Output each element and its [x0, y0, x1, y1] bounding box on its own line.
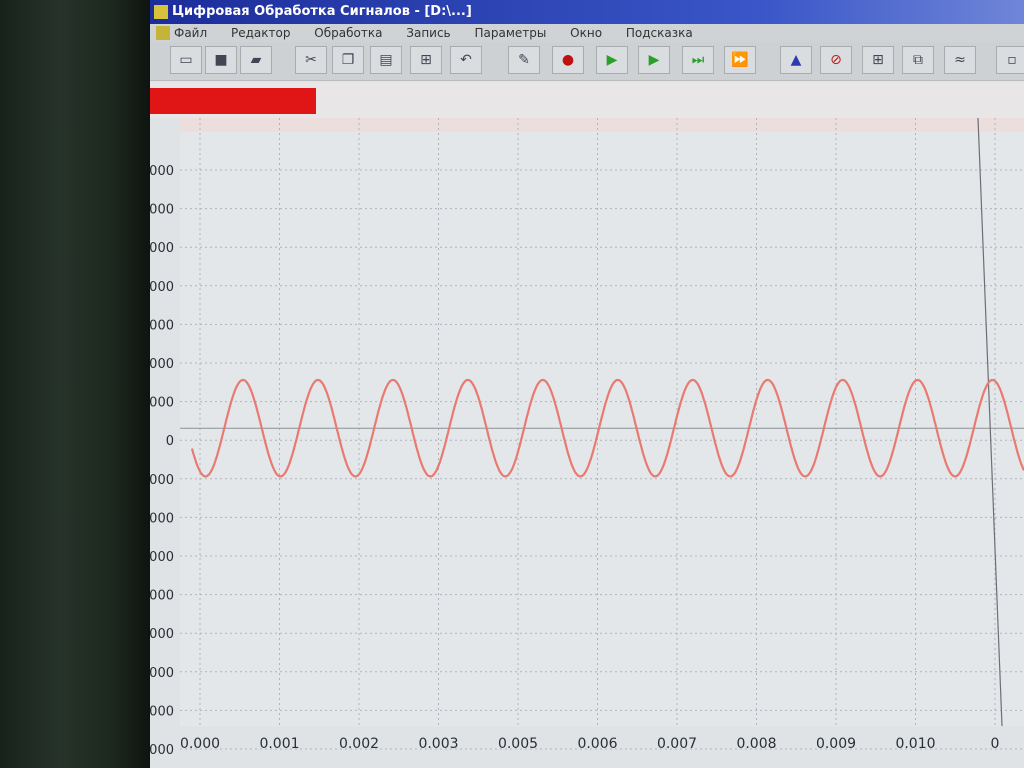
menu-processing[interactable]: Обработка — [314, 26, 382, 40]
menu-window[interactable]: Окно — [570, 26, 602, 40]
menu-bar: Файл Редактор Обработка Запись Параметры… — [150, 24, 1024, 42]
open-file-button[interactable]: ▰ — [240, 46, 272, 74]
plot-background — [180, 118, 1024, 726]
menu-editor[interactable]: Редактор — [231, 26, 290, 40]
record-icon: ● — [561, 52, 575, 68]
play-record-button[interactable]: ▶ — [638, 46, 670, 74]
save-button[interactable]: ■ — [205, 46, 237, 74]
y-tick-label: 0 — [166, 434, 174, 449]
filter-icon: ⊘ — [830, 52, 842, 68]
y-tick-label: -60000 — [150, 666, 174, 681]
x-tick-label: 0 — [991, 736, 1000, 752]
y-tick-label: 50000 — [150, 241, 174, 256]
menu-help[interactable]: Подсказка — [626, 26, 693, 40]
cut-icon: ✂ — [305, 52, 317, 68]
open-folder-icon: ▭ — [179, 52, 193, 68]
play-icon: ▶ — [606, 52, 618, 68]
x-tick-label: 0.009 — [816, 736, 856, 752]
zoom-fit-icon: ⊞ — [420, 52, 432, 68]
y-tick-label: -70000 — [150, 704, 174, 719]
loop-play-icon: ⏩ — [731, 52, 749, 68]
extra-icon: ▫ — [1007, 52, 1017, 68]
x-tick-label: 0.003 — [418, 736, 458, 752]
window-cascade-button[interactable]: ⧉ — [902, 46, 934, 74]
paste-icon: ▤ — [379, 52, 393, 68]
menu-file[interactable]: Файл — [174, 26, 207, 40]
y-tick-label: 30000 — [150, 318, 174, 333]
extra-button[interactable]: ▫ — [996, 46, 1024, 74]
level-indicator — [150, 82, 1024, 118]
copy-button[interactable]: ❐ — [332, 46, 364, 74]
y-tick-label: -10000 — [150, 473, 174, 488]
app-window: Цифровая Обработка Сигналов - [D:\...] Ф… — [150, 0, 1024, 768]
y-tick-label: -40000 — [150, 589, 174, 604]
waveform-icon: ≈ — [954, 52, 966, 68]
y-tick-label: -50000 — [150, 627, 174, 642]
zoom-fit-button[interactable]: ⊞ — [410, 46, 442, 74]
y-tick-label: 20000 — [150, 357, 174, 372]
signal-chart[interactable]: 70000 60000 50000 40000 30000 20000 10000 0 -100… — [150, 117, 1024, 768]
x-tick-label: 0.001 — [259, 736, 299, 752]
y-tick-label: -80000 — [150, 743, 174, 758]
x-tick-label: 0.007 — [657, 736, 697, 752]
y-tick-label: 40000 — [150, 280, 174, 295]
app-icon[interactable] — [154, 5, 168, 19]
probe-icon: ✎ — [518, 52, 530, 68]
spectrum-icon: ▲ — [790, 52, 802, 68]
signal-plot[interactable]: 70000 60000 50000 40000 30000 20000 10000 0 -100… — [150, 117, 1024, 768]
x-tick-label: 0.005 — [498, 736, 538, 752]
play-record-icon: ▶ — [648, 52, 660, 68]
spectrum-button[interactable]: ▲ — [780, 46, 812, 74]
x-tick-label: 0.006 — [577, 736, 617, 752]
undo-icon: ↶ — [460, 52, 472, 68]
x-tick-label: 0.000 — [180, 736, 220, 752]
open-file-icon: ▰ — [250, 52, 262, 68]
y-tick-label: 10000 — [150, 396, 174, 411]
cut-button[interactable]: ✂ — [295, 46, 327, 74]
paste-button[interactable]: ▤ — [370, 46, 402, 74]
menu-record[interactable]: Запись — [406, 26, 450, 40]
y-tick-label: -30000 — [150, 550, 174, 565]
toolbar: ▭ ■ ▰ ✂ ❐ ▤ ⊞ ↶ ✎ ● ▶ ▶ ⏭ ⏩ ▲ ⊘ ⊞ ⧉ ≈ ▫ — [150, 42, 1024, 81]
title-bar[interactable]: Цифровая Обработка Сигналов - [D:\...] — [150, 0, 1024, 24]
y-tick-label: 60000 — [150, 203, 174, 218]
x-tick-label: 0.010 — [895, 736, 935, 752]
plot-top-band — [180, 118, 1024, 132]
record-button[interactable]: ● — [552, 46, 584, 74]
menu-parameters[interactable]: Параметры — [474, 26, 546, 40]
step-play-icon: ⏭ — [691, 52, 705, 68]
filter-button[interactable]: ⊘ — [820, 46, 852, 74]
window-tile-button[interactable]: ⊞ — [862, 46, 894, 74]
document-icon[interactable] — [156, 26, 170, 40]
y-tick-label: -20000 — [150, 511, 174, 526]
probe-button[interactable]: ✎ — [508, 46, 540, 74]
open-folder-button[interactable]: ▭ — [170, 46, 202, 74]
save-icon: ■ — [214, 52, 228, 68]
window-cascade-icon: ⧉ — [913, 52, 923, 68]
x-tick-label: 0.008 — [736, 736, 776, 752]
level-bar-fill — [150, 88, 316, 114]
undo-button[interactable]: ↶ — [450, 46, 482, 74]
loop-play-button[interactable]: ⏩ — [724, 46, 756, 74]
step-play-button[interactable]: ⏭ — [682, 46, 714, 74]
y-tick-label: 70000 — [150, 164, 174, 179]
play-button[interactable]: ▶ — [596, 46, 628, 74]
window-tile-icon: ⊞ — [872, 52, 884, 68]
window-title: Цифровая Обработка Сигналов - [D:\...] — [172, 4, 472, 19]
copy-icon: ❐ — [341, 52, 355, 68]
x-tick-label: 0.002 — [339, 736, 379, 752]
waveform-button[interactable]: ≈ — [944, 46, 976, 74]
